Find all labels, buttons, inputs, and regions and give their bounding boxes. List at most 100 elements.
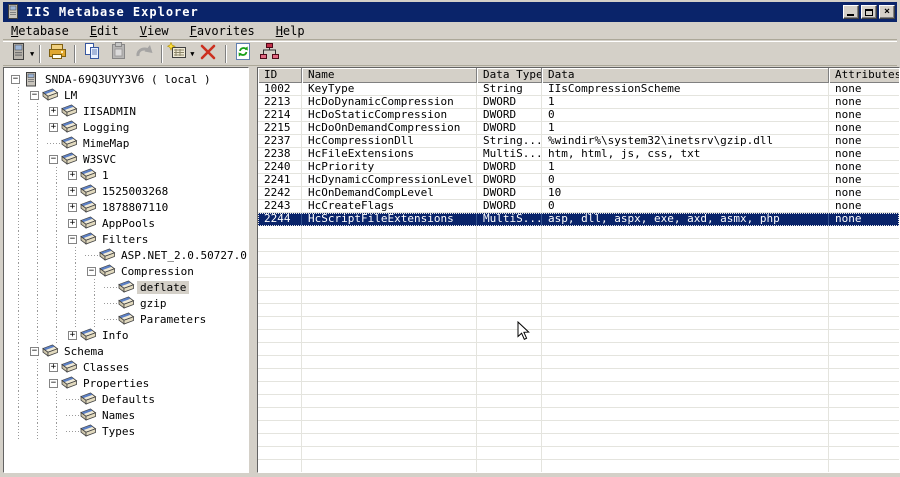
tree-item-logging[interactable]: + Logging [9,119,248,135]
tree-guide-line [28,119,47,135]
cell-name [302,317,477,330]
expand-icon[interactable]: + [68,186,77,196]
tree-item-1[interactable]: +1 [9,167,248,183]
tree-item-1525003268[interactable]: +1525003268 [9,183,248,199]
collapse-icon[interactable]: − [11,74,20,84]
delete-button[interactable] [196,43,220,65]
dropdown-arrow-icon[interactable]: ▼ [30,50,34,58]
tree-guide-line [9,391,28,407]
tree-item-snda-69q3uyy3v6-local[interactable]: − SNDA-69Q3UYY3V6 ( local ) [9,71,248,87]
tree-item-lm[interactable]: − LM [9,87,248,103]
table-row[interactable]: 2214 HcDoStaticCompression DWORD 0 none [258,109,899,122]
cell-id: 2238 [258,148,302,161]
cell-data [542,317,829,330]
expand-icon[interactable]: + [68,202,77,212]
tree-item-defaults[interactable]: Defaults [9,391,248,407]
table-row[interactable]: 2240 HcPriority DWORD 1 none [258,161,899,174]
tree-item-deflate[interactable]: deflate [9,279,248,295]
empty-row [258,252,899,265]
collapse-icon[interactable]: − [30,346,39,356]
table-row[interactable]: 2238 HcFileExtensions MultiS... htm, html, … [258,148,899,161]
tree-guide-line [9,183,28,199]
expand-icon[interactable]: + [49,122,58,132]
tree-guide-line [28,327,47,343]
copy-button[interactable] [80,43,104,65]
cell-name [302,395,477,408]
dropdown-arrow-icon[interactable]: ▼ [190,50,194,58]
table-row[interactable]: 2215 HcDoOnDemandCompression DWORD 1 none [258,122,899,135]
tree-item-1878807110[interactable]: +1878807110 [9,199,248,215]
expand-icon[interactable]: + [68,330,77,340]
cell-name [302,252,477,265]
tree-guide-line [28,279,47,295]
collapse-icon[interactable]: − [49,154,58,164]
tree-guide-line [9,199,28,215]
collapse-icon[interactable]: − [49,378,58,388]
tree-item-types[interactable]: Types [9,423,248,439]
menu-item-view[interactable]: View [132,23,177,40]
tree-item-properties[interactable]: − Properties [9,375,248,391]
collapse-icon[interactable]: − [30,90,39,100]
tree-item-compression[interactable]: − Compression [9,263,248,279]
tree-item-gzip[interactable]: gzip [9,295,248,311]
tree-connector [66,391,79,407]
collapse-icon[interactable]: − [68,234,77,244]
expand-icon[interactable]: + [49,106,58,116]
empty-row [258,356,899,369]
cell-data: 10 [542,187,829,200]
tree-item-schema[interactable]: − Schema [9,343,248,359]
maximize-button[interactable] [861,5,877,19]
table-row[interactable]: 2237 HcCompressionDll String... %windir%\sy… [258,135,899,148]
table-row[interactable]: 2243 HcCreateFlags DWORD 0 none [258,200,899,213]
tree-item-classes[interactable]: + Classes [9,359,248,375]
cell-data-type [477,317,542,330]
save-button[interactable] [45,43,69,65]
table-row[interactable]: 2242 HcOnDemandCompLevel DWORD 10 none [258,187,899,200]
table-row[interactable]: 1002 KeyType String IIsCompressionScheme non… [258,83,899,96]
menu-item-help[interactable]: Help [268,23,313,40]
table-row[interactable]: 2213 HcDoDynamicCompression DWORD 1 none [258,96,899,109]
cell-data [542,330,829,343]
view-tree-button[interactable] [257,43,281,65]
column-header-id[interactable]: ID [258,68,302,83]
cell-attributes: none [829,174,899,187]
refresh-button[interactable] [231,43,255,65]
cell-data-type [477,460,542,472]
refresh-icon [233,42,253,65]
expand-icon[interactable]: + [68,218,77,228]
tree-view: − SNDA-69Q3UYY3V6 ( local ) − LM + IISADMIN + L… [3,67,249,473]
close-button[interactable]: × [879,5,895,19]
column-header-attributes[interactable]: Attributes [829,68,899,83]
tree-item-parameters[interactable]: Parameters [9,311,248,327]
tree-item-mimemap[interactable]: MimeMap [9,135,248,151]
collapse-icon[interactable]: − [87,266,96,276]
tree-item-names[interactable]: Names [9,407,248,423]
column-header-data-type[interactable]: Data Type [477,68,542,83]
tree-item-filters[interactable]: − Filters [9,231,248,247]
table-row[interactable]: 2244 HcScriptFileExtensions MultiS... asp, … [258,213,899,226]
tree-item-info[interactable]: + Info [9,327,248,343]
paste-icon [108,42,128,65]
new-key-button[interactable]: ▼ [166,41,194,65]
tree-item-apppools[interactable]: + AppPools [9,215,248,231]
connect-server-button[interactable]: ▼ [8,42,34,65]
column-header-name[interactable]: Name [302,68,477,83]
menu-item-edit[interactable]: Edit [82,23,127,40]
menu-item-metabase[interactable]: Metabase [3,23,77,40]
toolbar-separator [39,44,41,63]
cell-data-type [477,447,542,460]
tree-item-iisadmin[interactable]: + IISADMIN [9,103,248,119]
expand-icon[interactable]: + [49,362,58,372]
tree-item-label: Defaults [102,392,155,406]
cell-name: HcOnDemandCompLevel [302,187,477,200]
minimize-button[interactable] [843,5,859,19]
table-row[interactable]: 2241 HcDynamicCompressionLevel DWORD 0 none [258,174,899,187]
tree-item-label: W3SVC [83,152,117,166]
tree-item-asp-net-2-0-50727-0[interactable]: ASP.NET_2.0.50727.0 [9,247,248,263]
cell-id [258,291,302,304]
menu-item-favorites[interactable]: Favorites [182,23,263,40]
expand-icon[interactable]: + [68,170,77,180]
tree-item-w3svc[interactable]: − W3SVC [9,151,248,167]
empty-row [258,265,899,278]
column-header-data[interactable]: Data [542,68,829,83]
